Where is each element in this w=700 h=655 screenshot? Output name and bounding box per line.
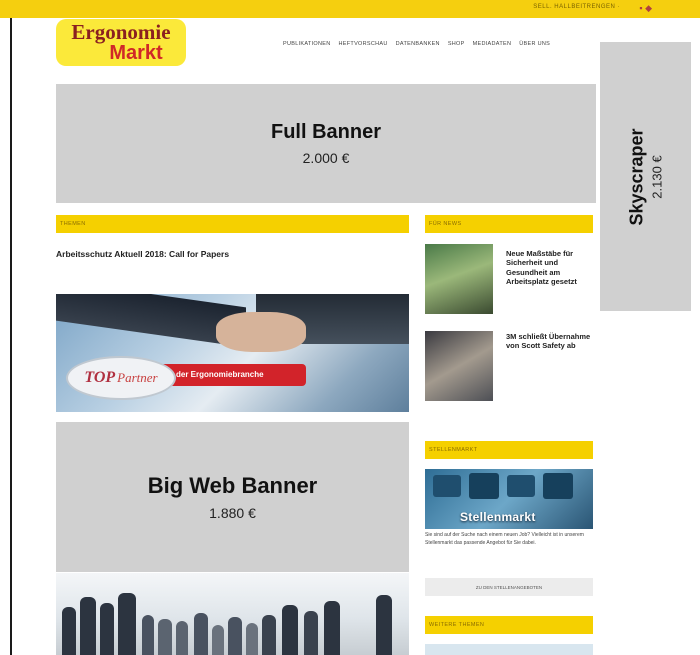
section-header-stellenmarkt: STELLENMARKT xyxy=(425,441,593,459)
stellenangebote-button[interactable]: ZU DEN STELLENANGEBOTEN xyxy=(425,578,593,596)
section-header-themen: THEMEN xyxy=(56,215,409,233)
site-logo[interactable]: Ergonomie Markt xyxy=(56,19,186,66)
bottom-teaser-strip xyxy=(425,644,593,655)
skyscraper-title: Skyscraper xyxy=(626,127,647,226)
skyscraper-placeholder: Skyscraper 2.130 € xyxy=(600,42,691,311)
news-thumbnail-2[interactable] xyxy=(425,331,493,401)
stellenmarkt-image-text: Stellenmarkt xyxy=(460,510,536,524)
nav-item-datenbanken[interactable]: DATENBANKEN xyxy=(396,41,440,47)
crowd-photo[interactable] xyxy=(56,573,409,655)
handshake-shape xyxy=(216,312,306,352)
logo-word-bottom: Markt xyxy=(109,42,163,64)
big-web-banner-price: 1.880 € xyxy=(209,505,256,521)
skyscraper-price: 2.130 € xyxy=(649,154,665,199)
top-partner-badge-top: TOP xyxy=(84,369,116,386)
stellenmarkt-description: Sie sind auf der Suche nach einem neuen … xyxy=(425,532,584,546)
top-partner-ribbon: der Ergonomiebranche xyxy=(156,364,306,386)
news-thumbnail-1[interactable] xyxy=(425,244,493,314)
section-header-bottom: WEITERE THEMEN xyxy=(425,616,593,634)
page-frame-line xyxy=(10,18,12,655)
news-title-2[interactable]: 3M schließt Übernahme von Scott Safety a… xyxy=(506,332,596,351)
section-header-news: FÜR NEWS xyxy=(425,215,593,233)
full-banner-price: 2.000 € xyxy=(302,150,350,166)
article-title-link[interactable]: Arbeitsschutz Aktuell 2018: Call for Pap… xyxy=(56,249,229,259)
nav-item-shop[interactable]: SHOP xyxy=(448,41,465,47)
top-partner-image[interactable]: der Ergonomiebranche TOP Partner xyxy=(56,294,409,412)
social-icons[interactable]: ▪ ◆ xyxy=(639,3,652,14)
big-web-banner-placeholder: Big Web Banner 1.880 € xyxy=(56,422,409,572)
top-partner-badge-sub: Partner xyxy=(117,370,158,385)
nav-item-publikationen[interactable]: PUBLIKATIONEN xyxy=(283,41,331,47)
nav-item-heftvorschau[interactable]: HEFTVORSCHAU xyxy=(339,41,388,47)
main-navigation: PUBLIKATIONEN HEFTVORSCHAU DATENBANKEN S… xyxy=(283,41,550,47)
logo-word-top: Ergonomie xyxy=(71,20,171,44)
full-banner-placeholder: Full Banner 2.000 € xyxy=(56,84,596,203)
nav-item-mediadaten[interactable]: MEDIADATEN xyxy=(473,41,512,47)
news-title-1[interactable]: Neue Maßstäbe für Sicherheit und Gesundh… xyxy=(506,249,596,287)
nav-item-ueber-uns[interactable]: ÜBER UNS xyxy=(519,41,550,47)
top-partner-badge: TOP Partner xyxy=(66,356,176,400)
full-banner-title: Full Banner xyxy=(270,121,381,143)
big-web-banner-title: Big Web Banner xyxy=(147,473,318,498)
topbar-links[interactable]: SELL. HALLBEITRENGEN · xyxy=(533,4,620,10)
